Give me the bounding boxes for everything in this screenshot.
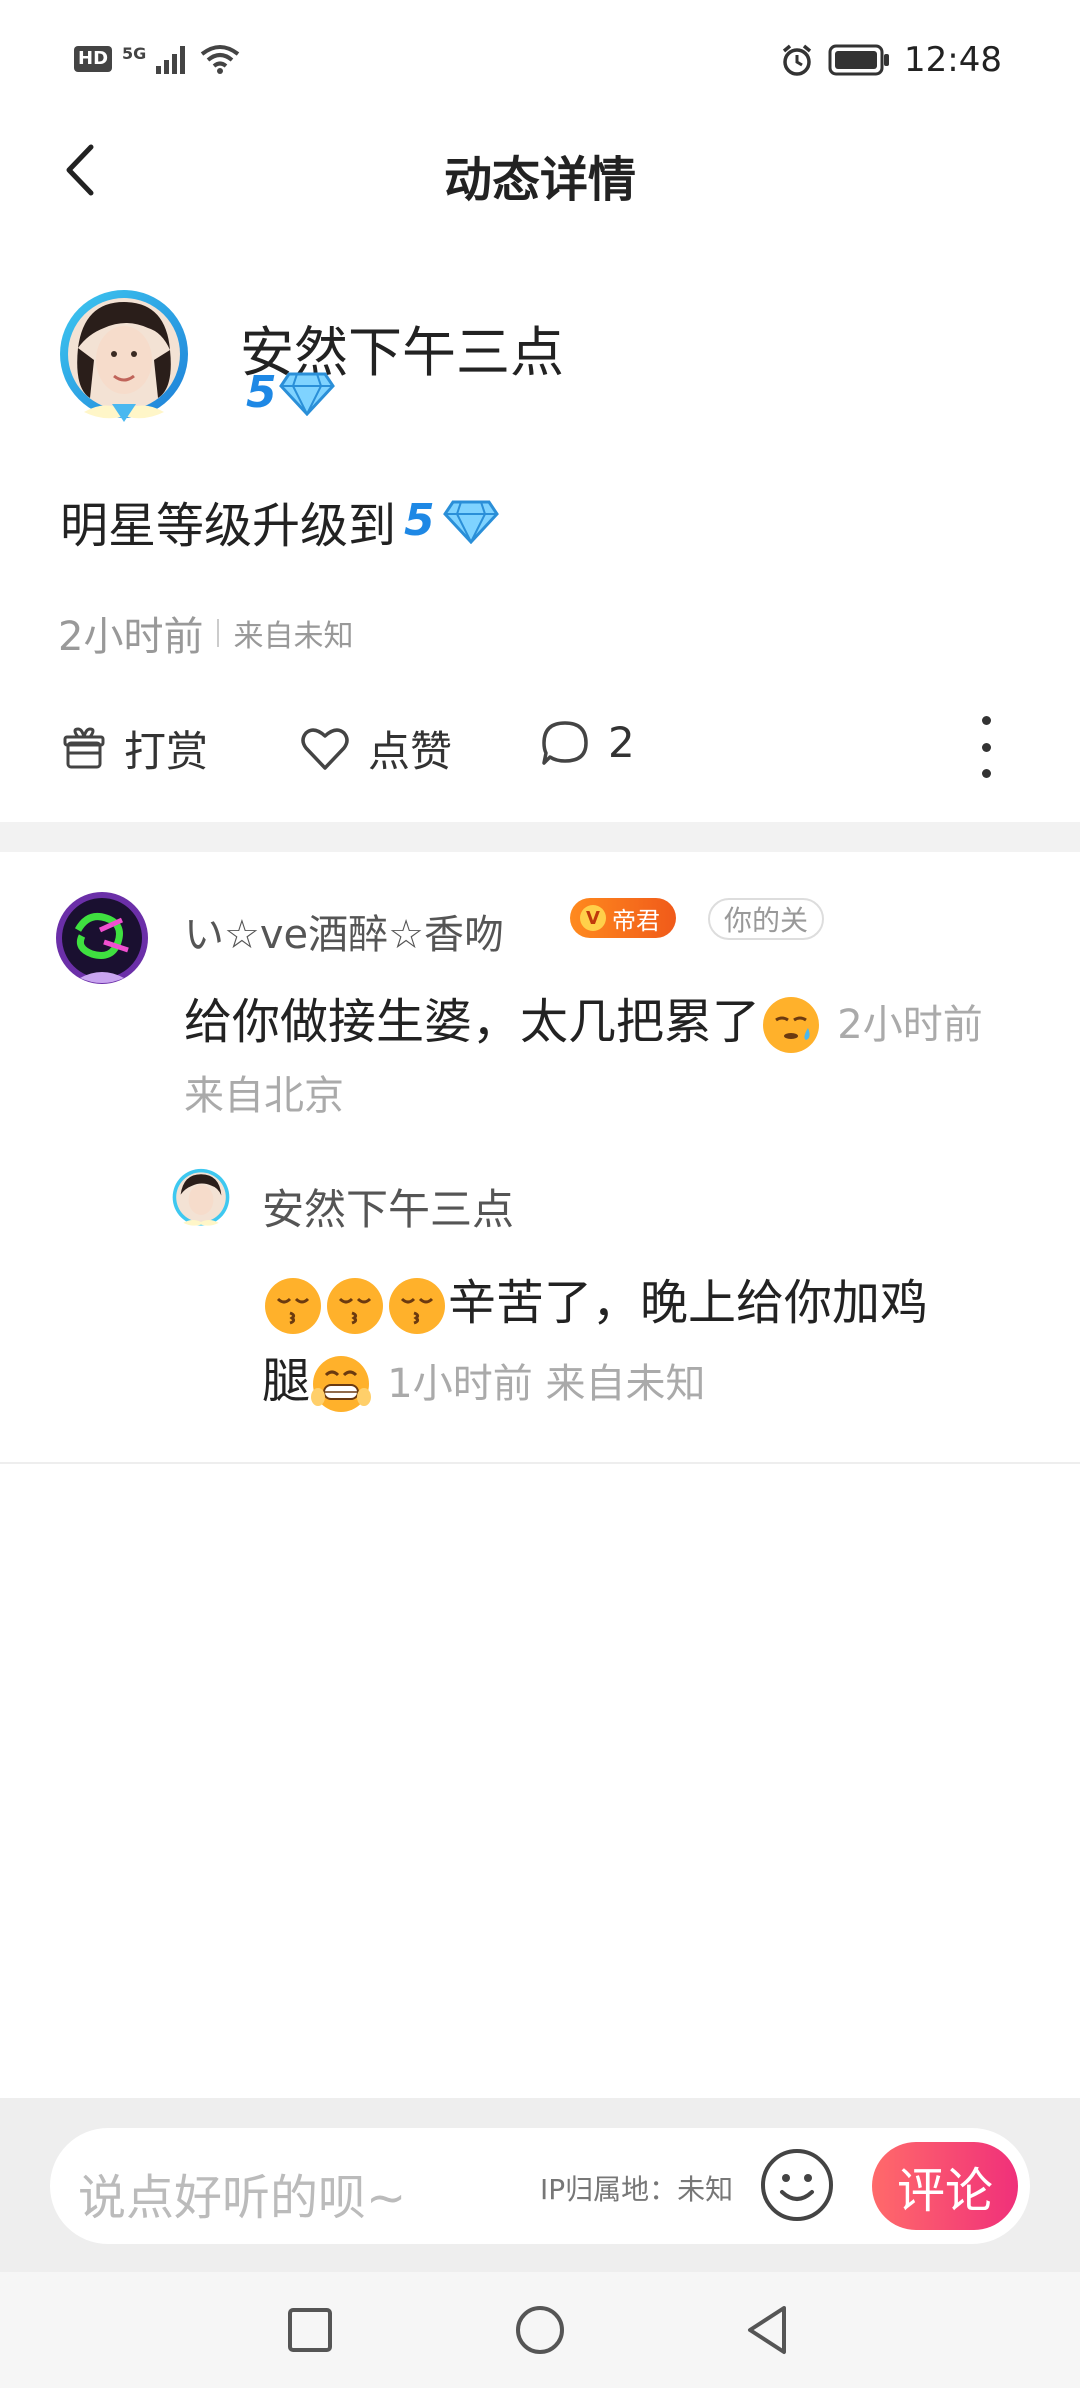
avatar-image (60, 290, 188, 422)
system-nav-bar (0, 2272, 1080, 2388)
meta-divider (217, 619, 220, 647)
recent-apps-icon[interactable] (282, 2302, 338, 2358)
kissing-face-emoji-icon (389, 1278, 445, 1334)
more-dot (981, 769, 991, 778)
comment-body: 给你做接生婆，太几把累了 (184, 994, 761, 1050)
content-level-number: 5 (404, 495, 435, 546)
wifi-icon (201, 45, 240, 74)
rank-badge-label: 帝君 (612, 906, 660, 935)
signal-icon (156, 46, 186, 74)
reply-body-line2: 腿 (262, 1353, 311, 1409)
avatar-image (172, 1168, 230, 1226)
reply-body-line1: 辛苦了，晚上给你加鸡 (448, 1275, 929, 1331)
follow-tag: 你的关 (708, 898, 825, 940)
more-options-button[interactable] (966, 716, 1006, 778)
commenter-avatar[interactable] (52, 890, 152, 990)
post-time: 2小时前 (58, 614, 204, 660)
status-bar: HD 5G 12:48 (0, 0, 1080, 130)
status-right: 12:48 (780, 40, 1002, 80)
more-dot (981, 742, 991, 752)
post-meta: 2小时前 来自未知 (58, 604, 353, 662)
status-left: HD 5G (74, 44, 240, 74)
comments-divider (0, 1462, 1080, 1464)
ip-location-label: IP归属地：未知 (540, 2173, 734, 2206)
reply-author-name[interactable]: 安然下午三点 (262, 1176, 514, 1237)
post-origin: 来自未知 (233, 619, 354, 654)
reply-text: 辛苦了，晚上给你加鸡腿 1小时前 来自未知 (262, 1264, 1002, 1423)
back-triangle-icon[interactable] (740, 2302, 796, 2358)
submit-comment-button[interactable]: 评论 (872, 2142, 1018, 2230)
more-dot (981, 716, 991, 725)
reply-avatar[interactable] (170, 1168, 232, 1230)
gift-icon (63, 726, 105, 768)
header: 动态详情 (0, 130, 1080, 210)
comment-count: 2 (608, 718, 635, 767)
comment-count-button[interactable]: 2 (540, 718, 635, 767)
emoji-button[interactable] (758, 2146, 836, 2224)
comment-text: 给你做接生婆，太几把累了 2小时前 来自北京 (184, 988, 984, 1130)
rank-badge: V 帝君 (570, 898, 676, 938)
avatar-image (56, 892, 148, 984)
section-divider (0, 822, 1080, 852)
network-type: 5G (122, 44, 147, 63)
reply-meta: 1小时前 来自未知 (387, 1361, 706, 1407)
alarm-icon (782, 44, 812, 76)
smiley-icon (761, 2149, 833, 2221)
diamond-icon (442, 500, 499, 544)
post-content: 明星等级升级到 5 (60, 486, 499, 556)
kissing-face-emoji-icon (327, 1278, 383, 1334)
reward-button[interactable]: 打赏 (62, 718, 208, 779)
reward-label: 打赏 (124, 727, 209, 776)
screen: HD 5G 12:48 动态详情 安然下午三点 5 明星等级升级到 5 2小时前… (0, 0, 1080, 2388)
comment-bubble-icon (542, 720, 588, 765)
like-button[interactable]: 点赞 (300, 718, 452, 779)
level-badge: 5 (246, 370, 335, 416)
hd-icon: HD (74, 46, 113, 72)
commenter-name[interactable]: い☆ve酒醉☆香吻 (184, 902, 504, 960)
avatar[interactable] (54, 288, 194, 428)
like-label: 点赞 (368, 727, 453, 776)
heart-icon (301, 727, 349, 770)
page-title: 动态详情 (443, 152, 636, 208)
sleepy-face-emoji-icon (763, 997, 820, 1053)
kissing-face-emoji-icon (265, 1278, 321, 1334)
level-number: 5 (246, 367, 277, 418)
grinning-face-emoji-icon (311, 1356, 372, 1412)
comment-input-bar: 说点好听的呗~ IP归属地：未知 评论 (0, 2098, 1080, 2272)
diamond-icon (278, 372, 335, 416)
comment-input-container[interactable]: 说点好听的呗~ IP归属地：未知 评论 (50, 2128, 1030, 2244)
action-bar: 打赏 点赞 2 (0, 706, 1080, 790)
rank-chevron-icon: V (580, 905, 606, 931)
comment-input[interactable]: 说点好听的呗~ (78, 2158, 406, 2228)
post-text: 明星等级升级到 (60, 498, 397, 554)
clock: 12:48 (904, 40, 1002, 80)
home-icon[interactable] (512, 2302, 568, 2358)
battery-icon (828, 44, 890, 76)
